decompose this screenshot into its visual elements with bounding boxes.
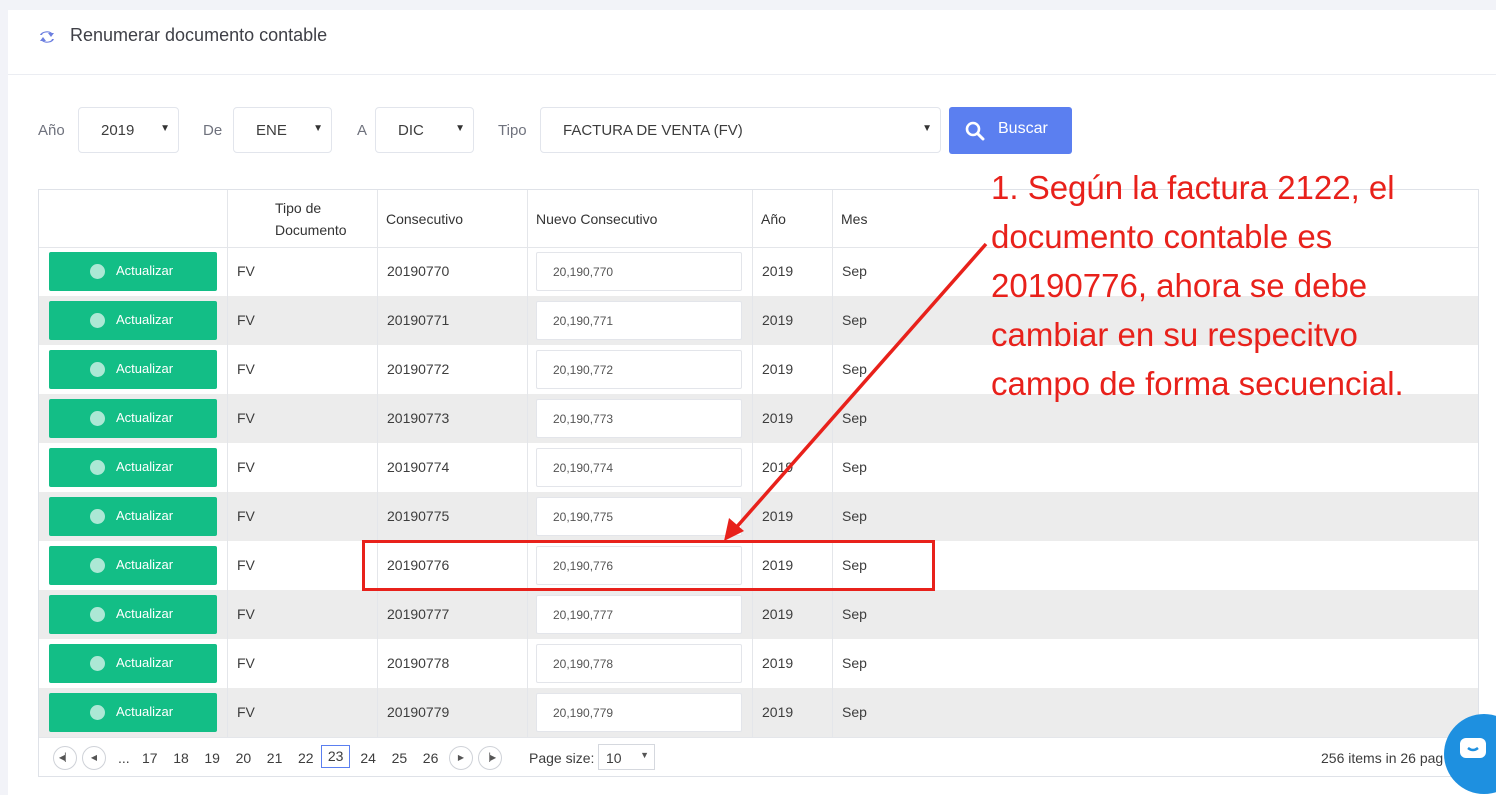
annotation-text: 1. Según la factura 2122, el documento c… — [991, 169, 1404, 402]
chat-icon — [1460, 738, 1486, 758]
